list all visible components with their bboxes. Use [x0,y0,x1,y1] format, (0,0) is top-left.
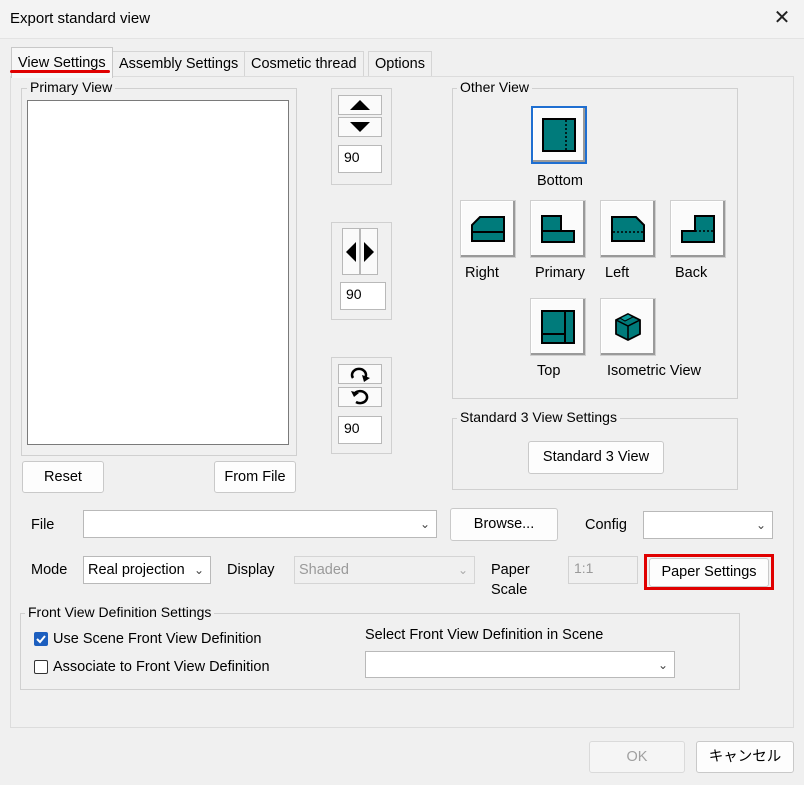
rotate-right-button[interactable] [360,228,378,275]
from-file-button[interactable]: From File [214,461,296,493]
vertical-rotation-input[interactable]: 90 [338,145,382,173]
tab-view-settings[interactable]: View Settings [11,47,113,78]
standard-3-view-legend: Standard 3 View Settings [457,409,620,425]
mode-select[interactable]: Real projection ⌄ [83,556,211,584]
window-title: Export standard view [10,10,151,27]
right-view-icon [471,216,505,242]
triangle-right-icon [364,241,374,262]
paper-scale-input[interactable]: 1:1 [568,556,638,584]
standard-3-view-button[interactable]: Standard 3 View [528,441,664,474]
associate-front-view-label[interactable]: Associate to Front View Definition [53,659,270,675]
primary-view-icon [541,215,575,243]
ok-button[interactable]: OK [589,741,685,773]
triangle-down-icon [350,122,370,132]
front-view-definition-legend: Front View Definition Settings [25,604,215,620]
bottom-view-label: Bottom [537,173,583,189]
isometric-view-button[interactable] [600,298,656,356]
browse-button[interactable]: Browse... [450,508,558,541]
right-view-button[interactable] [460,200,516,258]
roll-counterclockwise-button[interactable] [338,387,382,407]
display-select[interactable]: Shaded ⌄ [294,556,475,584]
reset-button[interactable]: Reset [22,461,104,493]
file-combobox[interactable]: ⌄ [83,510,437,538]
top-view-label: Top [537,363,561,379]
close-icon[interactable]: ✕ [770,5,794,31]
paper-scale-label-line1: Paper [491,562,530,578]
roll-clockwise-button[interactable] [338,364,382,384]
use-scene-front-view-checkbox[interactable] [34,632,48,646]
back-view-button[interactable] [670,200,726,258]
chevron-down-icon: ⌄ [657,658,668,672]
triangle-left-icon [346,241,356,262]
rotate-down-button[interactable] [338,117,382,137]
primary-view-preview[interactable] [27,100,289,445]
left-view-icon [611,216,645,242]
chevron-down-icon: ⌄ [193,563,204,577]
left-view-button[interactable] [600,200,656,258]
chevron-down-icon: ⌄ [457,563,468,577]
tab-assembly-settings[interactable]: Assembly Settings [112,51,246,76]
isometric-view-icon [615,312,641,342]
chevron-down-icon: ⌄ [755,518,766,532]
bottom-view-icon [542,118,576,152]
config-label: Config [585,517,627,533]
rotate-counterclockwise-icon [351,389,369,405]
tab-cosmetic-thread[interactable]: Cosmetic thread [244,51,364,76]
file-label: File [31,517,55,533]
right-view-label: Right [465,265,499,281]
primary-view-button[interactable] [530,200,586,258]
paper-scale-label-line2: Scale [491,582,528,598]
bottom-view-button[interactable] [531,106,587,164]
rotate-up-button[interactable] [338,95,382,115]
rotate-clockwise-icon [350,367,370,382]
back-view-label: Back [675,265,708,281]
front-view-definition-select[interactable]: ⌄ [365,651,675,678]
paper-settings-button[interactable]: Paper Settings [649,558,769,587]
roll-rotation-input[interactable]: 90 [338,416,382,444]
chevron-down-icon: ⌄ [419,517,430,531]
mode-label: Mode [31,562,68,578]
associate-front-view-checkbox[interactable] [34,660,48,674]
cancel-button[interactable]: キャンセル [696,741,794,773]
other-view-legend: Other View [457,79,532,95]
isometric-view-label: Isometric View [607,363,702,379]
use-scene-front-view-label[interactable]: Use Scene Front View Definition [53,631,261,647]
top-view-icon [541,310,575,344]
checkmark-icon [36,635,46,644]
config-select[interactable]: ⌄ [643,511,773,539]
primary-view-legend: Primary View [27,79,116,95]
rotate-left-button[interactable] [342,228,360,275]
tab-highlight-underline [10,70,110,73]
select-front-view-label: Select Front View Definition in Scene [365,627,604,643]
display-label: Display [227,562,275,578]
triangle-up-icon [350,100,370,110]
left-view-label: Left [605,265,630,281]
horizontal-rotation-input[interactable]: 90 [340,282,386,310]
top-view-button[interactable] [530,298,586,356]
primary-view-label: Primary [535,265,585,281]
back-view-icon [681,215,715,243]
tab-options[interactable]: Options [368,51,432,76]
display-value: Shaded [299,562,349,578]
mode-value: Real projection [88,562,185,578]
